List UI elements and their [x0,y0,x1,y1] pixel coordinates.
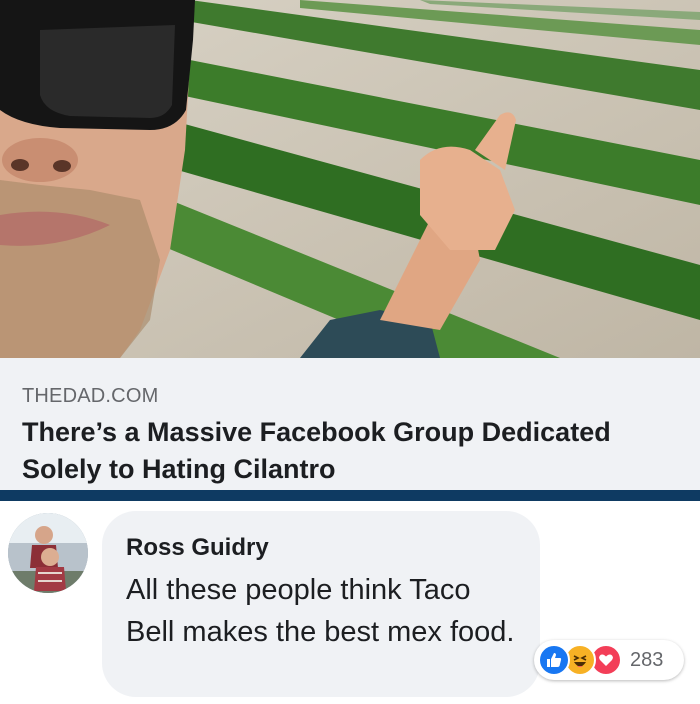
comment-author[interactable]: Ross Guidry [126,533,516,563]
link-preview-divider [0,490,700,501]
reactions-summary[interactable]: 283 [534,640,684,680]
avatar[interactable] [8,513,88,593]
reaction-count: 283 [630,649,664,671]
link-domain: THEDAD.COM [22,385,159,407]
link-preview-caption[interactable]: THEDAD.COM There’s a Massive Facebook Gr… [0,358,700,490]
comment-bubble[interactable]: Ross Guidry All these people think Taco … [102,511,540,697]
link-title[interactable]: There’s a Massive Facebook Group Dedicat… [22,414,682,488]
avatar-photo-icon [8,513,88,593]
link-preview-image[interactable] [0,0,700,358]
field-photo [0,0,700,358]
comment-text: All these people think Taco Bell makes t… [126,574,515,648]
comment: Ross Guidry All these people think Taco … [0,501,700,704]
like-icon [538,644,570,676]
